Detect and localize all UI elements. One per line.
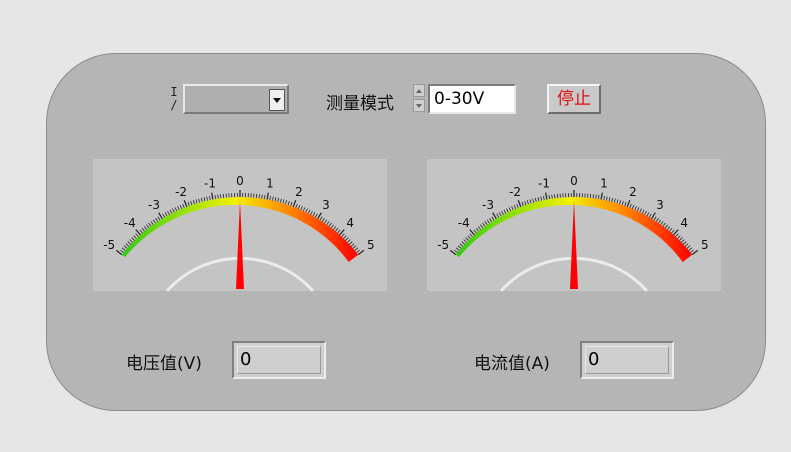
current-value: 0 [588, 349, 600, 370]
tick-label: -4 [124, 216, 136, 230]
minor-tick [258, 194, 260, 199]
current-value-field: 0 [580, 341, 674, 379]
dropdown-arrow-icon[interactable] [269, 89, 285, 111]
io-icon: I / [170, 85, 178, 112]
tick-label: 5 [701, 238, 709, 252]
minor-tick [554, 194, 556, 199]
visa-resource-selector[interactable]: I / [167, 84, 291, 114]
voltage-meter-dial: -5 -4 -3 -2 -1 0 1 2 3 45 [91, 157, 389, 293]
decrement-arrow-icon[interactable] [413, 99, 425, 112]
tick-label: 4 [346, 216, 354, 230]
current-label: 电流值(A) [474, 354, 550, 374]
tick-label: 0 [570, 174, 578, 188]
voltage-value-field: 0 [232, 341, 326, 379]
tick-label: 2 [629, 185, 637, 199]
mode-spinner[interactable] [412, 84, 426, 114]
current-meter-dial: -5 -4 -3 -2 -1 0 1 2 3 45 [425, 157, 723, 293]
tick-label: -1 [204, 177, 216, 191]
tick-label: 2 [295, 185, 303, 199]
tick-label: 0 [236, 174, 244, 188]
resource-field[interactable] [183, 84, 289, 114]
tick-label: 1 [600, 177, 608, 191]
tick-label: -4 [458, 216, 470, 230]
minor-tick [592, 194, 594, 199]
mode-label: 测量模式 [326, 94, 394, 114]
tick-label: -1 [538, 177, 550, 191]
minor-tick [220, 194, 222, 199]
tick-label: -3 [482, 198, 494, 212]
tick-label: -2 [509, 185, 521, 199]
tick-label: -2 [175, 185, 187, 199]
tick-label: 5 [367, 238, 375, 252]
tick-label: -3 [148, 198, 160, 212]
mode-value-field[interactable]: 0-30V [428, 84, 516, 114]
current-meter: -5 -4 -3 -2 -1 0 1 2 3 4 5 [425, 157, 723, 293]
voltage-label: 电压值(V) [126, 354, 202, 374]
tick-label: 1 [266, 177, 274, 191]
stop-button[interactable]: 停止 [547, 84, 601, 114]
voltage-meter: -5 -4 -3 -2 -1 0 1 2 3 4 5 [91, 157, 389, 293]
tick-label: 3 [656, 198, 664, 212]
tick-label: -5 [103, 238, 115, 252]
tick-label: -5 [437, 238, 449, 252]
tick-label: 4 [680, 216, 688, 230]
tick-label: 3 [322, 198, 330, 212]
voltage-value: 0 [240, 349, 252, 370]
increment-arrow-icon[interactable] [413, 84, 425, 97]
